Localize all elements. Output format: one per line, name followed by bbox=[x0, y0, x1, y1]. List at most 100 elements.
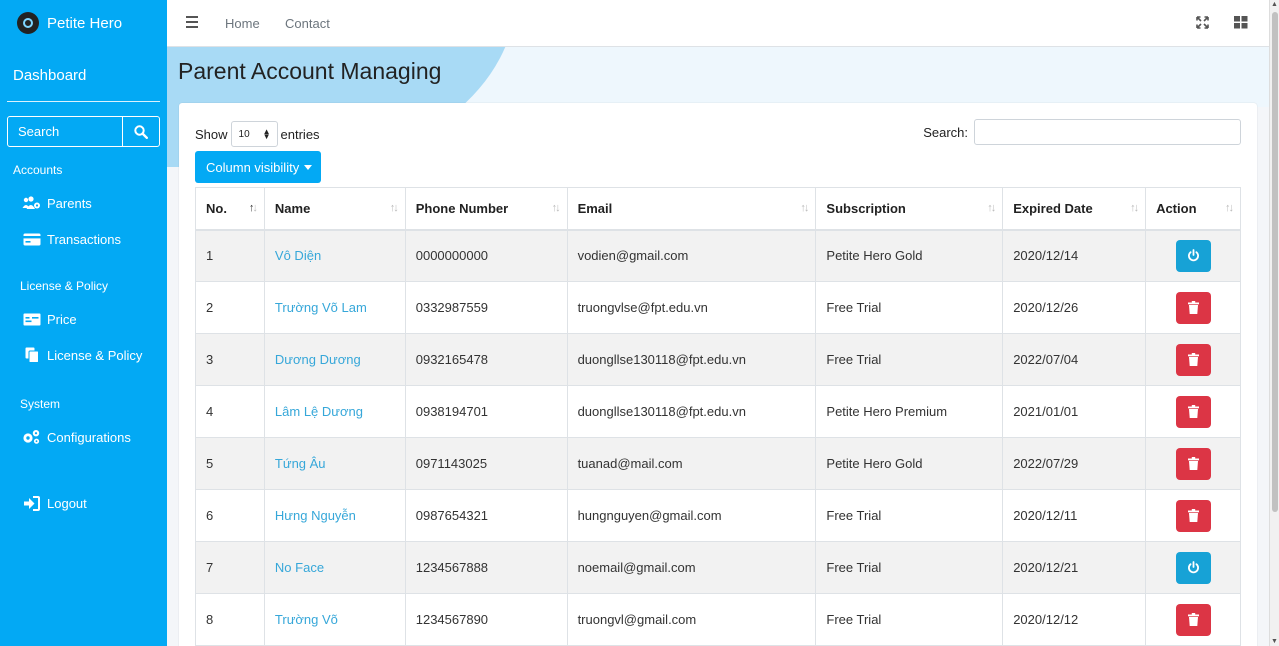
entries-select[interactable]: 10 ▲ ▼ bbox=[230, 121, 278, 147]
parent-name-link[interactable]: Vô Diện bbox=[275, 248, 321, 263]
activate-button[interactable] bbox=[1175, 239, 1211, 272]
caret-down-icon bbox=[304, 164, 313, 170]
cell-phone: 0938194701 bbox=[404, 385, 568, 438]
cell-no: 5 bbox=[195, 437, 265, 490]
sort-icon: ↑↓ bbox=[1130, 202, 1139, 214]
sidebar-item-label: Transactions bbox=[47, 231, 121, 247]
cell-action bbox=[1145, 385, 1241, 438]
cell-subscription: Petite Hero Gold bbox=[815, 437, 1004, 490]
table-row: 8 Trường Võ 1234567890 truongvl@gmail.com Fr… bbox=[195, 593, 1241, 646]
table-row: 1 Vô Diện 0000000000 vodien@gmail.com Petite… bbox=[195, 229, 1241, 282]
column-header-action[interactable]: Action ↑↓ bbox=[1145, 187, 1241, 231]
sidebar-item-label: Logout bbox=[47, 495, 87, 511]
parent-name-link[interactable]: Dương Dương bbox=[275, 352, 361, 367]
sidebar-item-price[interactable]: Price bbox=[0, 301, 167, 337]
scroll-up-icon[interactable]: ▲ bbox=[1271, 1, 1278, 8]
cell-phone: 0932165478 bbox=[404, 333, 568, 386]
sidebar-item-parents[interactable]: Parents bbox=[0, 185, 167, 221]
sort-icon: ↑↓ bbox=[389, 202, 399, 214]
brand-link[interactable]: Petite Hero bbox=[0, 0, 167, 46]
cell-expired-date: 2022/07/04 bbox=[1002, 333, 1147, 386]
grid-layout-icon[interactable] bbox=[1234, 16, 1248, 32]
sort-icon: ↑↓ bbox=[551, 202, 561, 214]
sort-icon: ↑↓ bbox=[1225, 202, 1234, 214]
nav-link-contact[interactable]: Contact bbox=[285, 16, 330, 31]
cell-email: noemail@gmail.com bbox=[566, 541, 817, 594]
sidebar-search-input[interactable]: Search bbox=[8, 117, 122, 146]
cell-no: 6 bbox=[195, 489, 265, 542]
cell-no: 2 bbox=[195, 281, 265, 334]
cell-name: Trường Võ Lam bbox=[263, 281, 406, 334]
sidebar-item-dashboard[interactable]: Dashboard bbox=[7, 46, 160, 102]
entries-label: entries bbox=[280, 126, 320, 142]
cell-action bbox=[1145, 593, 1241, 646]
copy-icon bbox=[22, 347, 41, 363]
sidebar-item-license-policy[interactable]: License & Policy bbox=[0, 337, 167, 373]
cell-no: 3 bbox=[195, 333, 265, 386]
column-visibility-button[interactable]: Column visibility bbox=[195, 151, 321, 183]
parent-name-link[interactable]: Hưng Nguyễn bbox=[275, 508, 356, 523]
delete-button[interactable] bbox=[1175, 343, 1211, 376]
cell-expired-date: 2020/12/21 bbox=[1002, 541, 1147, 594]
table-row: 7 No Face 1234567888 noemail@gmail.com Free … bbox=[195, 541, 1241, 594]
table-search-input[interactable] bbox=[974, 119, 1241, 145]
trash-icon bbox=[1187, 353, 1199, 366]
parent-name-link[interactable]: Lâm Lệ Dương bbox=[275, 404, 363, 419]
column-header-subscription[interactable]: Subscription ↑↓ bbox=[815, 187, 1004, 231]
money-bill-icon bbox=[22, 311, 41, 327]
sort-icon: ↑↓ bbox=[987, 202, 996, 214]
sort-asc-icon: ↑↓ bbox=[248, 202, 258, 214]
cell-expired-date: 2020/12/26 bbox=[1002, 281, 1147, 334]
cell-name: Trường Võ bbox=[263, 593, 406, 646]
select-arrows-icon: ▲ ▼ bbox=[262, 127, 271, 141]
delete-button[interactable] bbox=[1175, 291, 1211, 324]
column-header-expired-date[interactable]: Expired Date ↑↓ bbox=[1002, 187, 1147, 231]
cell-no: 4 bbox=[195, 385, 265, 438]
cell-phone: 1234567890 bbox=[404, 593, 568, 646]
sidebar-item-logout[interactable]: Logout bbox=[0, 485, 167, 521]
table-row: 3 Dương Dương 0932165478 duongllse130118@fp… bbox=[195, 333, 1241, 386]
cell-email: duongllse130118@fpt.edu.vn bbox=[566, 385, 817, 438]
column-visibility-label: Column visibility bbox=[206, 159, 300, 175]
cell-action bbox=[1145, 437, 1241, 490]
delete-button[interactable] bbox=[1175, 447, 1211, 480]
column-header-phone[interactable]: Phone Number ↑↓ bbox=[404, 187, 568, 231]
activate-button[interactable] bbox=[1175, 551, 1211, 584]
column-header-email[interactable]: Email ↑↓ bbox=[566, 187, 817, 231]
cell-name: Dương Dương bbox=[263, 333, 406, 386]
sidebar-item-label: Parents bbox=[47, 195, 92, 211]
cell-expired-date: 2020/12/14 bbox=[1002, 229, 1147, 282]
column-header-no[interactable]: No. ↑↓ bbox=[195, 187, 265, 231]
users-cog-icon bbox=[22, 195, 41, 211]
cell-subscription: Petite Hero Premium bbox=[815, 385, 1004, 438]
sidebar-item-configurations[interactable]: Configurations bbox=[0, 419, 167, 455]
column-header-name[interactable]: Name ↑↓ bbox=[263, 187, 406, 231]
parent-name-link[interactable]: Trường Võ Lam bbox=[275, 300, 367, 315]
scrollbar-thumb[interactable] bbox=[1272, 12, 1278, 512]
parent-name-link[interactable]: Tứng Âu bbox=[275, 456, 326, 471]
sidebar-search-button[interactable] bbox=[122, 117, 159, 146]
delete-button[interactable] bbox=[1175, 499, 1211, 532]
cell-email: tuanad@mail.com bbox=[566, 437, 817, 490]
fullscreen-icon[interactable] bbox=[1196, 16, 1209, 32]
scroll-down-icon[interactable]: ▼ bbox=[1271, 638, 1278, 645]
entries-length-control: Show 10 ▲ ▼ entries bbox=[195, 121, 320, 147]
brand-name: Petite Hero bbox=[47, 14, 123, 32]
menu-toggle-icon[interactable] bbox=[186, 16, 198, 30]
cell-name: Lâm Lệ Dương bbox=[263, 385, 406, 438]
cell-subscription: Free Trial bbox=[815, 333, 1004, 386]
cell-expired-date: 2021/01/01 bbox=[1002, 385, 1147, 438]
sign-in-icon bbox=[22, 495, 41, 511]
delete-button[interactable] bbox=[1175, 603, 1211, 636]
page-scrollbar[interactable]: ▲ ▼ bbox=[1269, 0, 1279, 646]
table-search: Search: bbox=[923, 119, 1241, 145]
parents-table: No. ↑↓ Name ↑↓ Phone Number ↑↓ Email ↑↓ Subs… bbox=[195, 187, 1241, 646]
parent-name-link[interactable]: No Face bbox=[275, 560, 324, 575]
nav-link-home[interactable]: Home bbox=[225, 16, 260, 31]
nav-header-system: System bbox=[20, 397, 61, 411]
parent-name-link[interactable]: Trường Võ bbox=[275, 612, 338, 627]
delete-button[interactable] bbox=[1175, 395, 1211, 428]
sidebar-search: Search bbox=[7, 116, 160, 147]
sidebar-item-transactions[interactable]: Transactions bbox=[0, 221, 167, 257]
main-content: Parent Account Managing Show 10 ▲ ▼ entri… bbox=[167, 47, 1269, 646]
